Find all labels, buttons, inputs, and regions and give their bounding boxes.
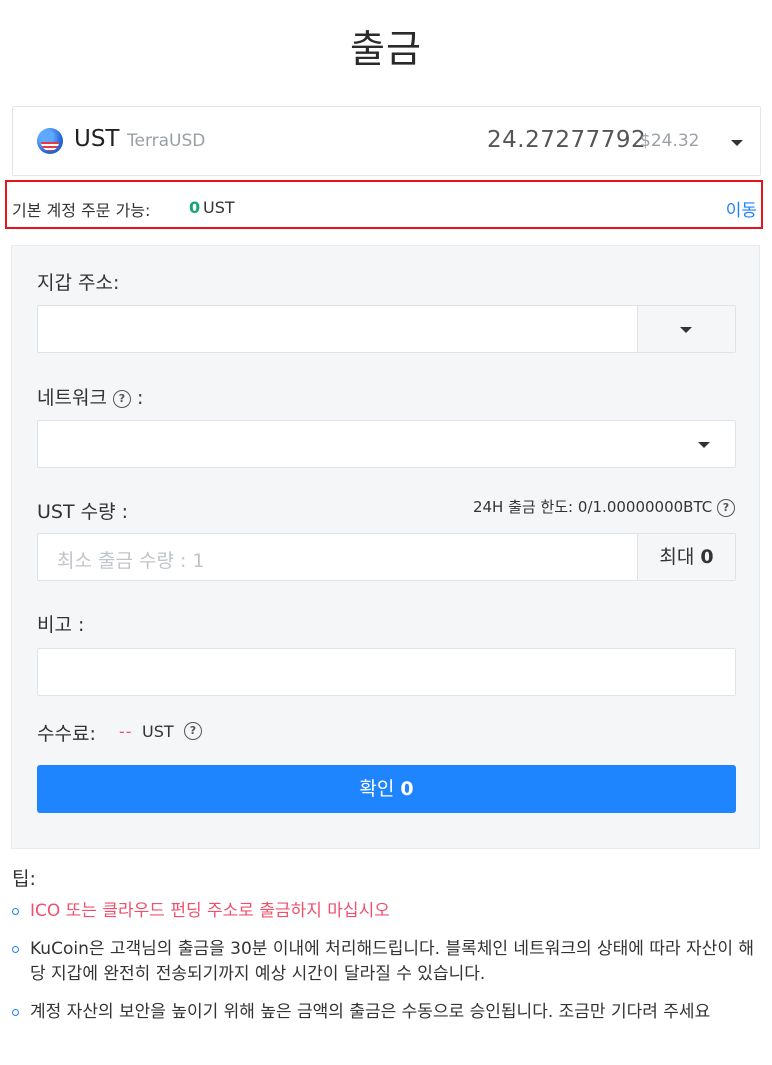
chevron-down-icon[interactable]: [731, 140, 743, 146]
amount-placeholder: 최소 출금 수량 : 1: [57, 550, 205, 572]
coin-usd-value: $24.32: [640, 131, 700, 151]
address-book-dropdown[interactable]: [637, 306, 735, 352]
fee-value: --: [119, 722, 133, 741]
network-select[interactable]: [37, 420, 736, 468]
help-icon[interactable]: ?: [112, 389, 131, 408]
help-icon[interactable]: ?: [184, 722, 202, 740]
tip-item: ICO 또는 클라우드 펀딩 주소로 출금하지 마십시오: [12, 899, 760, 924]
available-balance-row: 기본 계정 주문 가능: 0 UST 이동: [5, 180, 763, 229]
remark-label: 비고 :: [37, 614, 85, 636]
network-label-text: 네트워크: [37, 387, 107, 409]
confirm-button-value: 0: [400, 778, 414, 800]
coin-symbol: UST: [74, 126, 120, 152]
coin-selector[interactable]: UST TerraUSD 24.27277792 $24.32: [12, 106, 761, 176]
confirm-button-label: 확인: [359, 778, 395, 800]
coin-balance: 24.27277792: [487, 127, 647, 153]
help-icon[interactable]: ?: [717, 498, 735, 517]
max-button[interactable]: 최대 0: [637, 534, 735, 580]
chevron-down-icon: [680, 327, 692, 333]
available-label: 기본 계정 주문 가능:: [12, 201, 151, 220]
withdraw-limit-value: 0/1.00000000BTC: [577, 498, 713, 516]
available-unit: UST: [203, 198, 235, 217]
withdraw-limit-label: 24H 출금 한도:: [472, 498, 574, 516]
network-label-colon: :: [137, 387, 144, 409]
amount-label: UST 수량 :: [37, 501, 129, 523]
fee-label: 수수료:: [37, 723, 96, 745]
tip-text: ICO 또는 클라우드 펀딩 주소로 출금하지 마십시오: [30, 901, 390, 921]
us-flag-icon: [37, 128, 63, 154]
tip-item: 계정 자산의 보안을 높이기 위해 높은 금액의 출금은 수동으로 승인됩니다.…: [12, 1000, 760, 1025]
tips-title: 팁:: [12, 868, 36, 890]
tip-text: 계정 자산의 보안을 높이기 위해 높은 금액의 출금은 수동으로 승인됩니다.…: [30, 1002, 711, 1022]
coin-name: TerraUSD: [127, 131, 206, 151]
tip-item: KuCoin은 고객님의 출금을 30분 이내에 처리해드립니다. 블록체인 네…: [12, 937, 760, 987]
confirm-button[interactable]: 확인 0: [37, 765, 736, 813]
network-label: 네트워크 ? :: [37, 383, 143, 410]
amount-input[interactable]: 최소 출금 수량 : 1 최대 0: [37, 533, 736, 581]
fee-unit: UST: [142, 722, 174, 741]
bullet-icon: [12, 908, 19, 915]
bullet-icon: [12, 1009, 19, 1016]
bullet-icon: [12, 946, 19, 953]
available-amount: 0: [189, 198, 201, 217]
withdraw-limit: 24H 출금 한도: 0/1.00000000BTC ?: [473, 496, 735, 517]
remark-input[interactable]: [37, 648, 736, 696]
tip-text: KuCoin은 고객님의 출금을 30분 이내에 처리해드립니다. 블록체인 네…: [30, 939, 755, 984]
chevron-down-icon: [698, 442, 710, 448]
withdraw-form: 지갑 주소: 네트워크 ? : UST 수량 : 24H 출금 한도: 0/1.…: [11, 245, 760, 849]
page-title: 출금: [350, 27, 422, 71]
wallet-address-label: 지갑 주소:: [37, 272, 120, 294]
wallet-address-input[interactable]: [37, 305, 736, 353]
max-button-label: 최대: [659, 546, 695, 568]
transfer-link[interactable]: 이동: [726, 196, 757, 221]
max-button-value: 0: [700, 546, 714, 568]
